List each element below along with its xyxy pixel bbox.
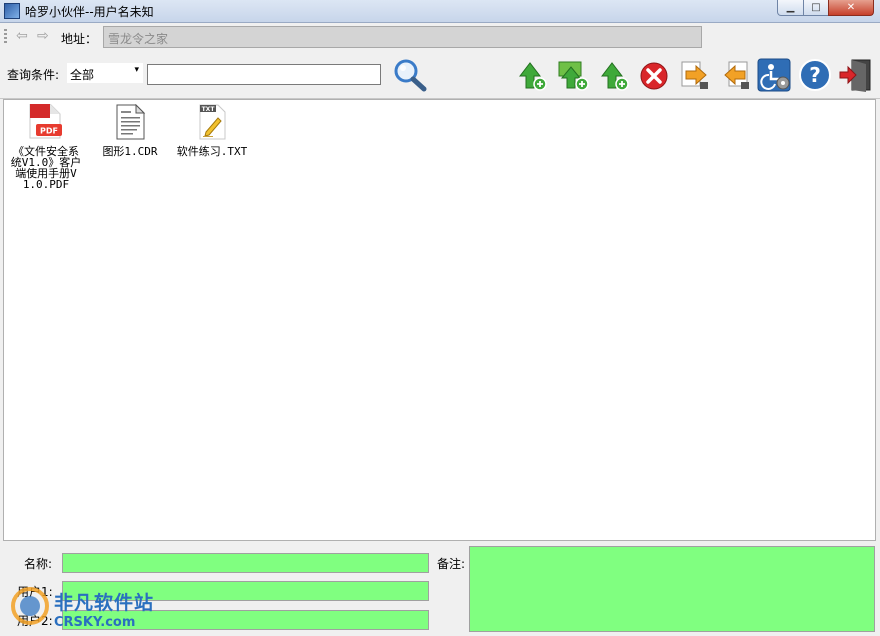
pdf-badge: PDF [40, 127, 58, 136]
close-button[interactable]: ✕ [828, 0, 874, 16]
name-label: 名称: [24, 557, 53, 571]
query-condition-label: 查询条件: [7, 68, 60, 82]
query-condition-select[interactable]: 全部 ▾ [67, 63, 143, 83]
query-condition-value: 全部 [70, 68, 95, 82]
txt-file-icon: TXT [199, 104, 226, 140]
file-name: 《文件安全系统V1.0》客户端使用手册V1.0.PDF [10, 145, 82, 191]
watermark-text: 非凡软件站 [54, 592, 155, 614]
file-item[interactable]: TXT 软件练习.TXT [174, 104, 250, 157]
pdf-file-icon: PDF [29, 103, 62, 139]
exit-icon[interactable] [838, 58, 872, 92]
minimize-icon: ▁ [786, 2, 795, 13]
maximize-button[interactable]: □ [803, 0, 829, 16]
watermark-url: CRSKY.com [54, 615, 136, 630]
export-icon[interactable] [678, 58, 712, 92]
name-field[interactable] [62, 553, 429, 573]
file-list-area[interactable]: PDF 《文件安全系统V1.0》客户端使用手册V1.0.PDF 图形1.CDR … [3, 99, 876, 541]
address-field[interactable]: 雪龙令之家 [103, 26, 702, 48]
chevron-down-icon[interactable]: ▾ [134, 65, 139, 75]
file-name: 图形1.CDR [102, 145, 158, 158]
note-field[interactable] [469, 546, 875, 632]
upload-add-icon[interactable] [597, 58, 631, 92]
close-icon: ✕ [846, 2, 856, 13]
search-icon[interactable] [392, 58, 428, 92]
file-name: 软件练习.TXT [176, 145, 248, 158]
upload-icon[interactable] [515, 58, 549, 92]
watermark-logo-icon [11, 587, 49, 625]
help-icon[interactable]: ? [798, 58, 832, 92]
svg-text:?: ? [809, 63, 821, 87]
file-item[interactable]: PDF 《文件安全系统V1.0》客户端使用手册V1.0.PDF [9, 103, 83, 191]
import-icon[interactable] [719, 58, 753, 92]
forward-arrow-icon[interactable]: ⇨ [37, 28, 49, 44]
app-icon [4, 3, 20, 19]
back-arrow-icon[interactable]: ⇦ [16, 28, 28, 44]
address-label: 地址： [61, 32, 98, 46]
watermark: 非凡软件站 CRSKY.com [10, 578, 160, 634]
document-file-icon [116, 103, 146, 140]
window-title: 哈罗小伙伴--用户名未知 [25, 5, 154, 19]
title-bar: 哈罗小伙伴--用户名未知 ▁ □ ✕ [0, 0, 880, 23]
settings-icon[interactable] [757, 58, 791, 92]
address-bar: ⇦ ⇨ 地址： 雪龙令之家 [0, 23, 880, 53]
note-label: 备注: [437, 557, 466, 571]
search-input[interactable] [147, 64, 381, 85]
toolbar-grip[interactable] [4, 29, 7, 45]
query-bar: 查询条件: 全部 ▾ ? [0, 53, 880, 99]
maximize-icon: □ [811, 2, 821, 13]
minimize-button[interactable]: ▁ [777, 0, 804, 16]
txt-badge: TXT [202, 106, 216, 113]
file-item[interactable]: 图形1.CDR [98, 103, 162, 158]
upload-folder-icon[interactable] [556, 58, 590, 92]
delete-icon[interactable] [637, 58, 671, 92]
